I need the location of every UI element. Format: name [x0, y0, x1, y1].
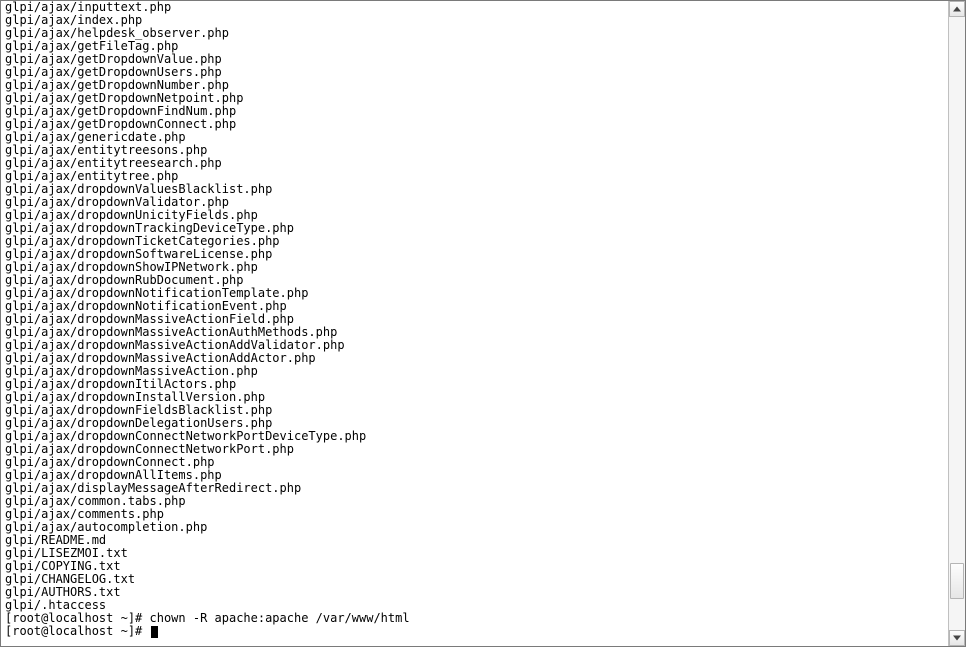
- output-line: glpi/ajax/inputtext.php: [5, 1, 948, 14]
- cursor-icon: [151, 626, 158, 638]
- output-line: glpi/AUTHORS.txt: [5, 586, 948, 599]
- scrollbar-thumb[interactable]: [950, 563, 964, 600]
- output-line: glpi/COPYING.txt: [5, 560, 948, 573]
- output-line: glpi/LISEZMOI.txt: [5, 547, 948, 560]
- prompt-text: [root@localhost ~]#: [5, 624, 150, 638]
- terminal-window: glpi/ajax/inputtext.phpglpi/ajax/index.p…: [0, 0, 966, 647]
- scrollbar-track[interactable]: [949, 17, 965, 630]
- scroll-up-button[interactable]: [949, 1, 965, 17]
- chevron-down-icon: [953, 636, 961, 641]
- chevron-up-icon: [953, 7, 961, 12]
- output-line: glpi/CHANGELOG.txt: [5, 573, 948, 586]
- prompt-line-current[interactable]: [root@localhost ~]#: [5, 625, 948, 638]
- output-line: glpi/README.md: [5, 534, 948, 547]
- output-line: glpi/ajax/autocompletion.php: [5, 521, 948, 534]
- vertical-scrollbar[interactable]: [948, 1, 965, 646]
- terminal-output[interactable]: glpi/ajax/inputtext.phpglpi/ajax/index.p…: [1, 1, 948, 646]
- scroll-down-button[interactable]: [949, 630, 965, 646]
